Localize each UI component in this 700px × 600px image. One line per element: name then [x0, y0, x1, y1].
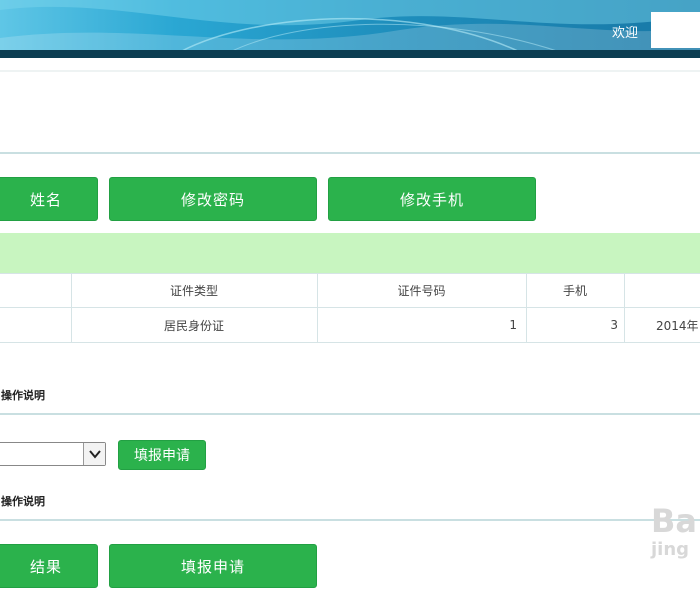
header-wave-decoration [0, 0, 700, 52]
cell-id-number: 1 [509, 318, 517, 332]
divider-top [0, 70, 700, 72]
change-password-label: 修改密码 [180, 190, 245, 209]
divider-section2 [0, 519, 700, 521]
change-name-label: 姓名 [29, 190, 62, 209]
divider-section1 [0, 413, 700, 415]
view-result-label: 结果 [29, 557, 62, 576]
apply-label: 填报申请 [180, 557, 245, 576]
change-name-button[interactable]: 姓名 [0, 177, 98, 221]
submit-application-label: 填报申请 [134, 448, 190, 464]
info-table-caption-band [0, 233, 700, 273]
header-id-number: 证件号码 [397, 284, 446, 298]
header-bottom-bar [0, 50, 700, 58]
section1-instructions-label: 操作说明 [1, 389, 45, 402]
change-phone-button[interactable]: 修改手机 [328, 177, 536, 221]
view-result-button[interactable]: 结果 [0, 544, 98, 588]
header-id-type: 证件类型 [169, 284, 218, 298]
cell-phone: 3 [610, 318, 618, 332]
page-header: 欢迎 [0, 0, 700, 52]
table-border-bottom [0, 342, 700, 343]
chevron-down-icon[interactable] [83, 443, 105, 465]
cell-id-type: 居民身份证 [163, 318, 224, 333]
apply-button[interactable]: 填报申请 [109, 544, 317, 588]
change-phone-label: 修改手机 [399, 190, 464, 209]
submit-application-button[interactable]: 填报申请 [118, 440, 206, 470]
baidu-jingyan-watermark: Ba jing [651, 503, 700, 573]
divider-upper [0, 152, 700, 154]
watermark-top: Ba [651, 502, 697, 540]
change-password-button[interactable]: 修改密码 [109, 177, 317, 221]
table-col-divider [624, 273, 625, 342]
watermark-bottom: jing [651, 539, 690, 560]
header-phone: 手机 [562, 284, 587, 298]
cell-date: 2014年 [656, 318, 699, 333]
section2-instructions-label: 操作说明 [1, 495, 45, 508]
user-name-box [651, 12, 700, 48]
welcome-label: 欢迎 [612, 26, 639, 41]
